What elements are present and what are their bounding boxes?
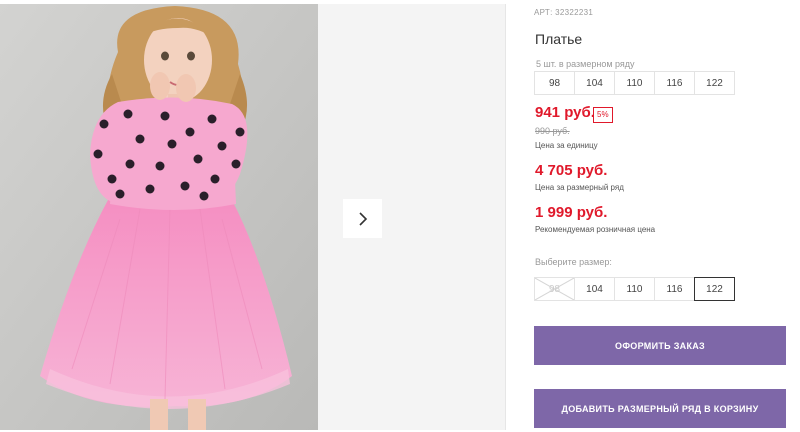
size-option[interactable]: 116	[654, 277, 695, 301]
series-size-cell: 98	[534, 71, 575, 95]
size-option-label: 98	[548, 283, 561, 295]
place-order-button[interactable]: ОФОРМИТЬ ЗАКАЗ	[534, 326, 786, 365]
series-price-note: Цена за размерный ряд	[535, 183, 624, 192]
retail-price-note: Рекомендуемая розничная цена	[535, 225, 656, 234]
size-selector: 98 104 110 116 122	[534, 277, 735, 301]
gallery-next-button[interactable]	[343, 199, 382, 238]
old-price: 990 руб.	[535, 126, 570, 136]
discount-badge: 5%	[593, 107, 613, 123]
size-option[interactable]: 104	[574, 277, 615, 301]
series-size-cell: 110	[614, 71, 655, 95]
series-size-cell: 122	[694, 71, 735, 95]
series-price: 4 705 руб.	[535, 162, 608, 179]
series-size-cell: 104	[574, 71, 615, 95]
size-select-label: Выберите размер:	[535, 257, 612, 267]
retail-price: 1 999 руб.	[535, 204, 608, 221]
series-size-list: 98 104 110 116 122	[534, 71, 735, 95]
product-gallery	[0, 4, 506, 430]
add-series-to-cart-button[interactable]: ДОБАВИТЬ РАЗМЕРНЫЙ РЯД В КОРЗИНУ	[534, 389, 786, 428]
product-article: АРТ: 32322231	[534, 8, 594, 17]
size-option-selected[interactable]: 122	[694, 277, 735, 301]
unit-price: 941 руб.	[535, 104, 595, 121]
product-photo[interactable]	[0, 4, 318, 430]
series-size-cell: 116	[654, 71, 695, 95]
size-option-unavailable: 98	[534, 277, 575, 301]
chevron-right-icon	[358, 211, 367, 226]
size-option[interactable]: 110	[614, 277, 655, 301]
girl-in-pink-dress-image	[0, 4, 318, 430]
product-title: Платье	[535, 31, 583, 47]
unit-price-note: Цена за единицу	[535, 141, 598, 150]
series-count-label: 5 шт. в размерном ряду	[536, 59, 635, 69]
